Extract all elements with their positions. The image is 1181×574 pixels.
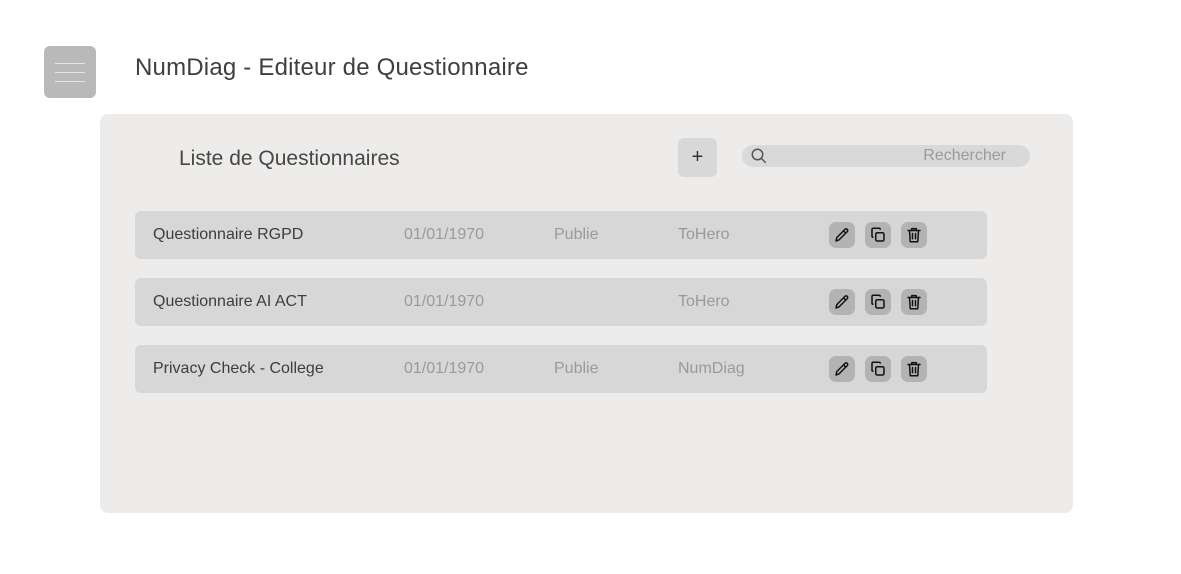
copy-icon bbox=[871, 294, 885, 309]
questionnaire-owner: ToHero bbox=[678, 226, 730, 243]
panel-title: Liste de Questionnaires bbox=[179, 147, 400, 170]
table-row[interactable]: Questionnaire AI ACT 01/01/1970 ToHero bbox=[135, 278, 987, 326]
row-actions bbox=[829, 289, 927, 315]
questionnaire-name: Privacy Check - College bbox=[153, 360, 324, 377]
questionnaire-status: Publie bbox=[554, 360, 599, 377]
table-row[interactable]: Privacy Check - College 01/01/1970 Publi… bbox=[135, 345, 987, 393]
questionnaire-list-panel: Liste de Questionnaires + Questionnaire … bbox=[100, 114, 1073, 513]
edit-button[interactable] bbox=[829, 222, 855, 248]
trash-icon bbox=[907, 294, 921, 310]
questionnaire-date: 01/01/1970 bbox=[404, 360, 485, 377]
menu-button[interactable] bbox=[44, 46, 96, 98]
copy-icon bbox=[871, 361, 885, 376]
questionnaire-owner: ToHero bbox=[678, 293, 730, 310]
delete-button[interactable] bbox=[901, 222, 927, 248]
duplicate-button[interactable] bbox=[865, 356, 891, 382]
row-actions bbox=[829, 222, 927, 248]
hamburger-menu-icon-bar bbox=[55, 71, 85, 73]
questionnaire-owner: NumDiag bbox=[678, 360, 745, 377]
add-questionnaire-button[interactable]: + bbox=[678, 138, 717, 177]
search-input[interactable] bbox=[742, 145, 1030, 167]
page-title: NumDiag - Editeur de Questionnaire bbox=[135, 54, 529, 81]
copy-icon bbox=[871, 227, 885, 242]
hamburger-menu-icon bbox=[55, 62, 85, 64]
duplicate-button[interactable] bbox=[865, 289, 891, 315]
pencil-icon bbox=[835, 295, 849, 309]
edit-button[interactable] bbox=[829, 289, 855, 315]
hamburger-menu-icon-bar bbox=[55, 80, 85, 82]
search-box bbox=[742, 145, 1030, 167]
questionnaire-name: Questionnaire AI ACT bbox=[153, 293, 307, 310]
duplicate-button[interactable] bbox=[865, 222, 891, 248]
questionnaire-status: Publie bbox=[554, 226, 599, 243]
pencil-icon bbox=[835, 362, 849, 376]
questionnaire-name: Questionnaire RGPD bbox=[153, 226, 304, 243]
trash-icon bbox=[907, 227, 921, 243]
pencil-icon bbox=[835, 228, 849, 242]
questionnaire-date: 01/01/1970 bbox=[404, 293, 485, 310]
questionnaire-date: 01/01/1970 bbox=[404, 226, 485, 243]
questionnaire-list: Questionnaire RGPD 01/01/1970 Publie ToH… bbox=[135, 211, 987, 412]
delete-button[interactable] bbox=[901, 356, 927, 382]
delete-button[interactable] bbox=[901, 289, 927, 315]
search-icon bbox=[751, 148, 767, 164]
table-row[interactable]: Questionnaire RGPD 01/01/1970 Publie ToH… bbox=[135, 211, 987, 259]
edit-button[interactable] bbox=[829, 356, 855, 382]
trash-icon bbox=[907, 361, 921, 377]
row-actions bbox=[829, 356, 927, 382]
